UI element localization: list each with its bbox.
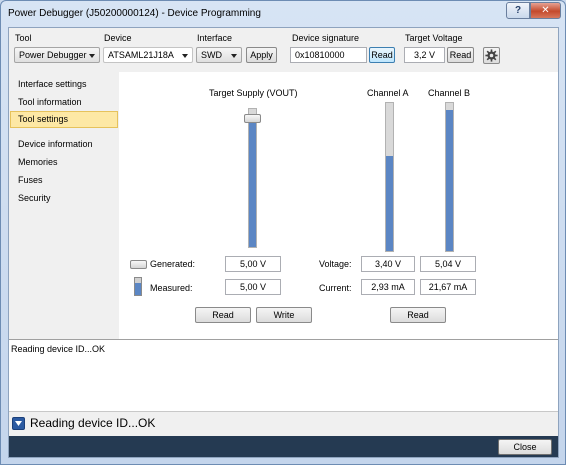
main-content: Interface settings Tool information Tool… <box>9 72 558 339</box>
supply-write-button[interactable]: Write <box>256 307 312 323</box>
channels-read-button[interactable]: Read <box>390 307 446 323</box>
measured-legend-icon <box>134 277 142 296</box>
sidebar-nav: Interface settings Tool information Tool… <box>9 72 119 339</box>
window-close-button[interactable]: ✕ <box>530 2 561 19</box>
measured-label: Measured: <box>150 283 193 293</box>
target-voltage-field[interactable]: 3,2 V <box>404 47 445 63</box>
device-label: Device <box>104 33 132 43</box>
target-voltage-label: Target Voltage <box>405 33 463 43</box>
generated-value-field: 5,00 V <box>225 256 281 272</box>
channel-a-current-field: 2,93 mA <box>361 279 415 295</box>
channel-b-fill <box>446 110 453 251</box>
gear-icon <box>485 49 498 62</box>
measured-value-field: 5,00 V <box>225 279 281 295</box>
sidebar-item-tool-settings[interactable]: Tool settings <box>10 111 118 128</box>
voltage-label: Voltage: <box>319 259 352 269</box>
tool-label: Tool <box>15 33 32 43</box>
channel-a-title: Channel A <box>367 88 409 98</box>
chevron-down-icon <box>231 54 237 58</box>
channel-a-fill <box>386 156 393 251</box>
target-supply-title: Target Supply (VOUT) <box>209 88 298 98</box>
target-voltage-read-button[interactable]: Read <box>447 47 474 63</box>
device-signature-read-button[interactable]: Read <box>369 47 395 63</box>
target-supply-slider-track[interactable] <box>248 108 257 248</box>
sidebar-item-tool-information[interactable]: Tool information <box>10 94 118 111</box>
chevron-down-icon <box>89 54 95 58</box>
sidebar-item-memories[interactable]: Memories <box>10 154 118 171</box>
log-line: Reading device ID...OK <box>11 344 106 354</box>
current-label: Current: <box>319 283 352 293</box>
device-select[interactable]: ATSAML21J18A <box>103 47 193 63</box>
channel-b-level-bar <box>445 102 454 252</box>
target-supply-fill <box>249 117 256 247</box>
close-button[interactable]: Close <box>498 439 552 455</box>
dialog-footer: Close <box>9 436 558 457</box>
device-signature-label: Device signature <box>292 33 360 43</box>
title-bar[interactable]: Power Debugger (J50200000124) - Device P… <box>1 1 565 27</box>
generated-label: Generated: <box>150 259 196 269</box>
window-title: Power Debugger (J50200000124) - Device P… <box>8 8 261 19</box>
channel-b-title: Channel B <box>428 88 471 98</box>
device-select-value: ATSAML21J18A <box>108 50 174 60</box>
sidebar-item-security[interactable]: Security <box>10 190 118 207</box>
status-message: Reading device ID...OK <box>30 416 156 430</box>
channel-b-current-field: 21,67 mA <box>420 279 476 295</box>
sidebar-item-interface-settings[interactable]: Interface settings <box>10 76 118 93</box>
chevron-down-icon <box>182 54 188 58</box>
help-button[interactable]: ? <box>506 2 530 19</box>
sidebar-item-device-information[interactable]: Device information <box>10 136 118 153</box>
apply-button[interactable]: Apply <box>246 47 277 63</box>
interface-select-value: SWD <box>201 50 222 60</box>
target-supply-slider-thumb[interactable] <box>244 114 261 123</box>
sidebar-item-fuses[interactable]: Fuses <box>10 172 118 189</box>
dialog-client-area: Tool Power Debugger Device ATSAML21J18A … <box>8 27 559 458</box>
log-output[interactable]: Reading device ID...OK <box>9 339 558 411</box>
channel-a-voltage-field: 3,40 V <box>361 256 415 272</box>
interface-select[interactable]: SWD <box>196 47 242 63</box>
chevron-down-icon <box>15 421 22 426</box>
settings-button[interactable] <box>483 47 500 64</box>
interface-label: Interface <box>197 33 233 43</box>
device-programming-window: Power Debugger (J50200000124) - Device P… <box>0 0 566 465</box>
generated-legend-icon <box>130 260 147 269</box>
device-signature-field[interactable]: 0x10810000 <box>290 47 367 63</box>
channel-b-voltage-field: 5,04 V <box>420 256 476 272</box>
status-bar: Reading device ID...OK <box>9 411 558 436</box>
tool-select[interactable]: Power Debugger <box>14 47 100 63</box>
supply-read-button[interactable]: Read <box>195 307 251 323</box>
expand-log-button[interactable] <box>12 417 25 430</box>
tool-select-value: Power Debugger <box>19 50 87 60</box>
channel-a-level-bar <box>385 102 394 252</box>
